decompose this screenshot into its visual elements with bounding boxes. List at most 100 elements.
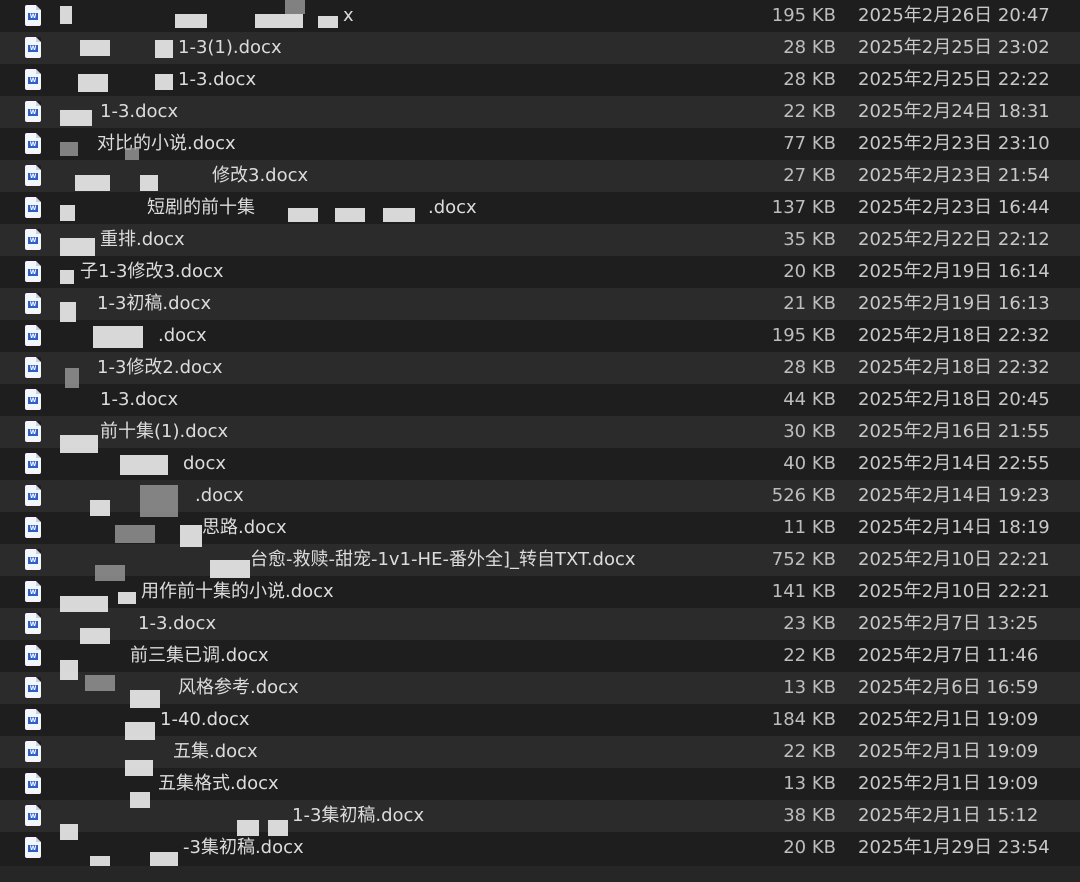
file-row[interactable]: W 台愈-救赎-甜宠-1v1-HE-番外全]_转自TXT.docx 752 KB… — [0, 544, 1080, 576]
file-name[interactable]: 思路.docx — [202, 512, 287, 544]
redaction-block — [288, 208, 318, 222]
file-row[interactable]: W x 195 KB 2025年2月26日 20:47 — [0, 0, 1080, 32]
file-size: 20 KB — [783, 837, 836, 858]
file-name-suffix[interactable]: .docx — [428, 192, 477, 224]
file-name[interactable]: 重排.docx — [100, 224, 185, 256]
redaction-block — [285, 0, 305, 14]
file-name[interactable]: .docx — [195, 480, 244, 512]
file-modified-date: 2025年2月1日 15:12 — [858, 805, 1039, 826]
redaction-block — [120, 455, 168, 475]
word-document-icon: W — [25, 69, 41, 90]
word-document-icon: W — [25, 741, 41, 762]
redaction-block — [180, 525, 202, 547]
file-row[interactable]: W 1-3.docx 22 KB 2025年2月24日 18:31 — [0, 96, 1080, 128]
redaction-block — [60, 205, 75, 221]
file-size: 11 KB — [783, 517, 836, 538]
file-name[interactable]: 1-3.docx — [138, 608, 216, 640]
file-name[interactable]: 台愈-救赎-甜宠-1v1-HE-番外全]_转自TXT.docx — [250, 544, 636, 576]
file-name[interactable]: 1-3(1).docx — [178, 32, 282, 64]
file-name[interactable]: 前十集(1).docx — [100, 416, 228, 448]
file-size: 22 KB — [783, 645, 836, 666]
file-name[interactable]: 子1-3修改3.docx — [80, 256, 224, 288]
redaction-block — [335, 208, 365, 222]
redaction-block — [255, 14, 303, 28]
file-row[interactable]: W 风格参考.docx 13 KB 2025年2月6日 16:59 — [0, 672, 1080, 704]
file-modified-date: 2025年2月26日 20:47 — [858, 5, 1050, 26]
file-size: 27 KB — [783, 165, 836, 186]
word-document-icon: W — [25, 805, 41, 826]
redaction-block — [60, 435, 98, 453]
file-modified-date: 2025年1月29日 23:54 — [858, 837, 1050, 858]
file-row[interactable]: W 用作前十集的小说.docx 141 KB 2025年2月10日 22:21 — [0, 576, 1080, 608]
file-name[interactable]: .docx — [158, 320, 207, 352]
file-row[interactable]: W 1-3修改2.docx 28 KB 2025年2月18日 22:32 — [0, 352, 1080, 384]
file-row[interactable]: W 五集.docx 22 KB 2025年2月1日 19:09 — [0, 736, 1080, 768]
file-modified-date: 2025年2月14日 19:23 — [858, 485, 1050, 506]
list-bottom-edge — [0, 866, 1080, 882]
file-row[interactable]: W 1-3集初稿.docx 38 KB 2025年2月1日 15:12 — [0, 800, 1080, 832]
file-row[interactable]: W 1-3初稿.docx 21 KB 2025年2月19日 16:13 — [0, 288, 1080, 320]
word-document-icon: W — [25, 357, 41, 378]
file-name[interactable]: 五集.docx — [173, 736, 258, 768]
file-name[interactable]: 用作前十集的小说.docx — [141, 576, 334, 608]
file-name[interactable]: 1-3初稿.docx — [97, 288, 211, 320]
file-modified-date: 2025年2月1日 19:09 — [858, 741, 1039, 762]
file-row[interactable]: W 短剧的前十集 .docx 137 KB 2025年2月23日 16:44 — [0, 192, 1080, 224]
word-document-icon: W — [25, 133, 41, 154]
file-modified-date: 2025年2月25日 23:02 — [858, 37, 1050, 58]
file-name[interactable]: 修改3.docx — [212, 160, 308, 192]
word-document-icon: W — [25, 5, 41, 26]
file-name[interactable]: 对比的小说.docx — [97, 128, 236, 160]
file-name[interactable]: 1-3.docx — [178, 64, 256, 96]
redaction-block — [125, 722, 155, 740]
file-row[interactable]: W 重排.docx 35 KB 2025年2月22日 22:12 — [0, 224, 1080, 256]
file-row[interactable]: W .docx 195 KB 2025年2月18日 22:32 — [0, 320, 1080, 352]
file-row[interactable]: W 前十集(1).docx 30 KB 2025年2月16日 21:55 — [0, 416, 1080, 448]
file-name[interactable]: 短剧的前十集 — [147, 192, 255, 224]
file-modified-date: 2025年2月1日 19:09 — [858, 773, 1039, 794]
file-name[interactable]: 1-40.docx — [160, 704, 250, 736]
file-modified-date: 2025年2月18日 22:32 — [858, 357, 1050, 378]
file-name[interactable]: 1-3.docx — [100, 384, 178, 416]
file-name[interactable]: 前三集已调.docx — [130, 640, 269, 672]
file-name[interactable]: 五集格式.docx — [158, 768, 279, 800]
file-modified-date: 2025年2月7日 11:46 — [858, 645, 1039, 666]
file-name[interactable]: -3集初稿.docx — [183, 832, 304, 864]
redaction-block — [60, 270, 74, 284]
file-name[interactable]: 风格参考.docx — [178, 672, 299, 704]
redaction-block — [237, 820, 259, 836]
file-name[interactable]: docx — [183, 448, 226, 480]
file-row[interactable]: W 对比的小说.docx 77 KB 2025年2月23日 23:10 — [0, 128, 1080, 160]
file-row[interactable]: W 子1-3修改3.docx 20 KB 2025年2月19日 16:14 — [0, 256, 1080, 288]
redaction-block — [60, 142, 78, 156]
file-size: 22 KB — [783, 101, 836, 122]
word-document-icon: W — [25, 645, 41, 666]
file-name[interactable]: 1-3.docx — [100, 96, 178, 128]
file-row[interactable]: W 前三集已调.docx 22 KB 2025年2月7日 11:46 — [0, 640, 1080, 672]
word-document-icon: W — [25, 325, 41, 346]
file-row[interactable]: W 五集格式.docx 13 KB 2025年2月1日 19:09 — [0, 768, 1080, 800]
redaction-block — [155, 40, 173, 58]
file-modified-date: 2025年2月18日 20:45 — [858, 389, 1050, 410]
file-name[interactable]: x — [343, 0, 354, 32]
file-row[interactable]: W 1-3.docx 23 KB 2025年2月7日 13:25 — [0, 608, 1080, 640]
redaction-block — [60, 110, 92, 126]
redaction-block — [75, 175, 110, 191]
file-name[interactable]: 1-3修改2.docx — [97, 352, 223, 384]
file-size: 184 KB — [771, 709, 836, 730]
file-size: 23 KB — [783, 613, 836, 634]
file-row[interactable]: W 1-3.docx 44 KB 2025年2月18日 20:45 — [0, 384, 1080, 416]
word-document-icon: W — [25, 421, 41, 442]
word-document-icon: W — [25, 837, 41, 858]
file-row[interactable]: W 1-40.docx 184 KB 2025年2月1日 19:09 — [0, 704, 1080, 736]
redaction-block — [60, 238, 95, 256]
file-modified-date: 2025年2月24日 18:31 — [858, 101, 1050, 122]
file-modified-date: 2025年2月18日 22:32 — [858, 325, 1050, 346]
redaction-block — [85, 675, 115, 691]
file-name[interactable]: 1-3集初稿.docx — [292, 800, 424, 832]
file-size: 35 KB — [783, 229, 836, 250]
file-modified-date: 2025年2月1日 19:09 — [858, 709, 1039, 730]
redaction-block — [140, 175, 158, 191]
file-size: 77 KB — [783, 133, 836, 154]
file-row[interactable]: W 修改3.docx 27 KB 2025年2月23日 21:54 — [0, 160, 1080, 192]
